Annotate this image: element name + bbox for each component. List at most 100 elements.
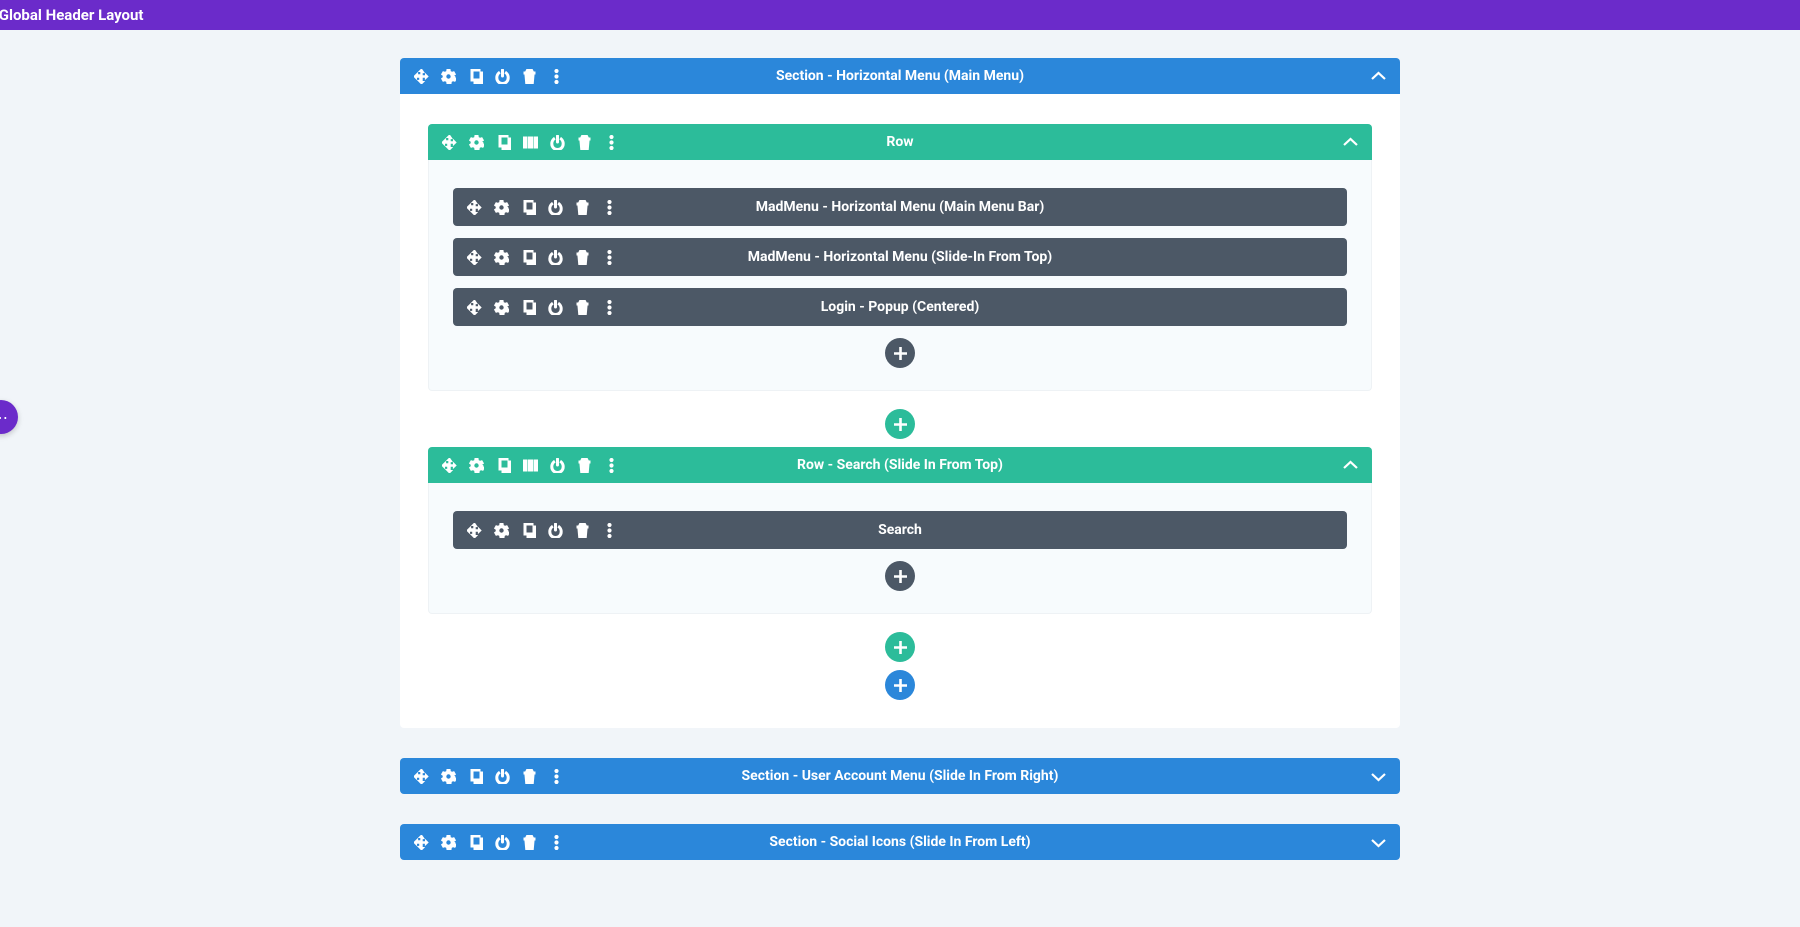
power-icon[interactable] <box>548 250 563 265</box>
power-icon[interactable] <box>495 835 510 850</box>
more-vertical-icon[interactable] <box>604 458 619 473</box>
add-section-button[interactable] <box>885 670 915 700</box>
module-header[interactable]: MadMenu - Horizontal Menu (Slide-In From… <box>453 238 1347 276</box>
row: Row MadMenu - Horizontal Menu (Main Menu … <box>428 124 1372 391</box>
more-vertical-icon[interactable] <box>602 250 617 265</box>
gear-icon[interactable] <box>494 250 509 265</box>
gear-icon[interactable] <box>469 135 484 150</box>
section-header[interactable]: Section - User Account Menu (Slide In Fr… <box>400 758 1400 794</box>
trash-icon[interactable] <box>522 769 537 784</box>
row-toolbar <box>442 135 619 150</box>
trash-icon[interactable] <box>575 523 590 538</box>
section: Section - Social Icons (Slide In From Le… <box>400 824 1400 860</box>
section: Section - Horizontal Menu (Main Menu) Row… <box>400 58 1400 728</box>
section: Section - User Account Menu (Slide In Fr… <box>400 758 1400 794</box>
power-icon[interactable] <box>548 200 563 215</box>
chevron-down-icon[interactable] <box>1371 769 1386 784</box>
move-icon[interactable] <box>467 523 482 538</box>
section-header[interactable]: Section - Horizontal Menu (Main Menu) <box>400 58 1400 94</box>
duplicate-icon[interactable] <box>521 200 536 215</box>
trash-icon[interactable] <box>577 135 592 150</box>
section-toolbar <box>414 769 564 784</box>
more-vertical-icon[interactable] <box>602 523 617 538</box>
duplicate-icon[interactable] <box>468 835 483 850</box>
module-header[interactable]: Login - Popup (Centered) <box>453 288 1347 326</box>
section-toolbar <box>414 69 564 84</box>
module-header[interactable]: Search <box>453 511 1347 549</box>
duplicate-icon[interactable] <box>521 300 536 315</box>
move-icon[interactable] <box>442 135 457 150</box>
row-body: MadMenu - Horizontal Menu (Main Menu Bar… <box>428 160 1372 391</box>
move-icon[interactable] <box>414 835 429 850</box>
power-icon[interactable] <box>548 523 563 538</box>
section-toolbar <box>414 835 564 850</box>
row-body: Search <box>428 483 1372 614</box>
power-icon[interactable] <box>550 135 565 150</box>
add-module-button[interactable] <box>885 338 915 368</box>
trash-icon[interactable] <box>522 835 537 850</box>
more-vertical-icon[interactable] <box>602 200 617 215</box>
power-icon[interactable] <box>550 458 565 473</box>
row: Row - Search (Slide In From Top) Search <box>428 447 1372 614</box>
chevron-up-icon[interactable] <box>1343 135 1358 150</box>
module-header[interactable]: MadMenu - Horizontal Menu (Main Menu Bar… <box>453 188 1347 226</box>
more-vertical-icon[interactable] <box>549 769 564 784</box>
gear-icon[interactable] <box>494 300 509 315</box>
row-toolbar <box>442 458 619 473</box>
power-icon[interactable] <box>548 300 563 315</box>
expand-panel-button[interactable]: ⋯ <box>0 400 18 434</box>
move-icon[interactable] <box>414 69 429 84</box>
move-icon[interactable] <box>467 200 482 215</box>
more-vertical-icon[interactable] <box>549 835 564 850</box>
more-vertical-icon[interactable] <box>604 135 619 150</box>
module-toolbar <box>467 250 617 265</box>
trash-icon[interactable] <box>575 300 590 315</box>
move-icon[interactable] <box>414 769 429 784</box>
more-vertical-icon[interactable] <box>549 69 564 84</box>
ellipsis-icon: ⋯ <box>0 408 10 427</box>
trash-icon[interactable] <box>575 200 590 215</box>
module: MadMenu - Horizontal Menu (Main Menu Bar… <box>453 188 1347 226</box>
module-toolbar <box>467 200 617 215</box>
section-header[interactable]: Section - Social Icons (Slide In From Le… <box>400 824 1400 860</box>
columns-icon[interactable] <box>523 135 538 150</box>
duplicate-icon[interactable] <box>468 69 483 84</box>
columns-icon[interactable] <box>523 458 538 473</box>
gear-icon[interactable] <box>441 835 456 850</box>
trash-icon[interactable] <box>577 458 592 473</box>
power-icon[interactable] <box>495 769 510 784</box>
page-title-bar: it Global Header Layout <box>0 0 1800 30</box>
move-icon[interactable] <box>442 458 457 473</box>
row-header[interactable]: Row - Search (Slide In From Top) <box>428 447 1372 483</box>
add-row-button[interactable] <box>885 632 915 662</box>
gear-icon[interactable] <box>441 769 456 784</box>
module: Login - Popup (Centered) <box>453 288 1347 326</box>
duplicate-icon[interactable] <box>496 135 511 150</box>
power-icon[interactable] <box>495 69 510 84</box>
module: Search <box>453 511 1347 549</box>
chevron-up-icon[interactable] <box>1343 458 1358 473</box>
section-body: Row MadMenu - Horizontal Menu (Main Menu … <box>400 94 1400 728</box>
gear-icon[interactable] <box>494 200 509 215</box>
add-row-button[interactable] <box>885 409 915 439</box>
gear-icon[interactable] <box>441 69 456 84</box>
trash-icon[interactable] <box>575 250 590 265</box>
builder-canvas: Section - Horizontal Menu (Main Menu) Row… <box>400 58 1400 860</box>
module: MadMenu - Horizontal Menu (Slide-In From… <box>453 238 1347 276</box>
duplicate-icon[interactable] <box>468 769 483 784</box>
gear-icon[interactable] <box>469 458 484 473</box>
chevron-down-icon[interactable] <box>1371 835 1386 850</box>
module-toolbar <box>467 523 617 538</box>
move-icon[interactable] <box>467 250 482 265</box>
chevron-up-icon[interactable] <box>1371 69 1386 84</box>
trash-icon[interactable] <box>522 69 537 84</box>
duplicate-icon[interactable] <box>521 523 536 538</box>
move-icon[interactable] <box>467 300 482 315</box>
page-title: it Global Header Layout <box>0 6 144 24</box>
duplicate-icon[interactable] <box>521 250 536 265</box>
duplicate-icon[interactable] <box>496 458 511 473</box>
gear-icon[interactable] <box>494 523 509 538</box>
row-header[interactable]: Row <box>428 124 1372 160</box>
more-vertical-icon[interactable] <box>602 300 617 315</box>
add-module-button[interactable] <box>885 561 915 591</box>
